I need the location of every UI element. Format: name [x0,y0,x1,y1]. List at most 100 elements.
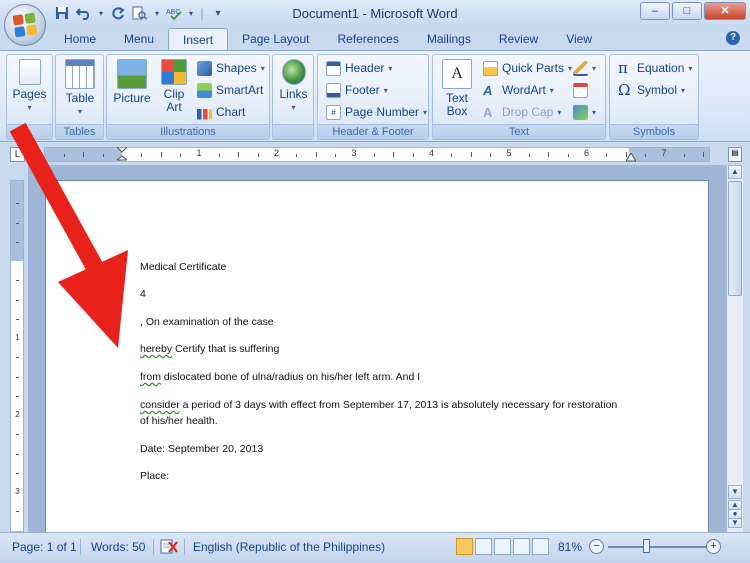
links-group: Links ▾ [272,54,314,140]
symbols-group: π Equation ▾ Ω Symbol ▾ Symbols [609,54,699,140]
table-button[interactable]: Table ▾ [60,59,100,118]
document-line-text: Certify that is suffering [172,343,280,355]
footer-label: Footer [345,83,380,97]
wordart-button[interactable]: A WordArt ▾ [483,81,554,99]
ruler-tick [335,154,337,157]
window-controls: – □ ✕ [640,2,746,20]
spelling-flagged-word[interactable]: from [140,371,161,383]
tab-review[interactable]: Review [485,28,552,50]
document-line-text: dislocated bone of ulna/radius on his/he… [161,371,421,383]
scrollbar-thumb[interactable] [728,181,742,296]
ruler-number: 5 [506,148,512,158]
page-count[interactable]: Page: 1 of 1 [12,540,77,554]
ruler-tick [141,154,143,157]
status-separator [153,539,154,555]
horizontal-ruler[interactable]: 1 2 3 4 5 6 7 [44,147,710,162]
zoom-slider-thumb[interactable] [643,539,650,553]
object-button[interactable]: ▾ [573,103,596,121]
office-button[interactable] [4,4,46,46]
signature-line-button[interactable]: ▾ [573,59,596,77]
indent-marker-icon[interactable] [117,147,127,162]
ruler-right-margin [629,148,709,161]
vertical-ruler-tick [16,376,19,378]
full-screen-reading-view-icon[interactable] [475,538,492,555]
tab-selector[interactable]: L [10,147,25,162]
ruler-number: 6 [584,148,590,158]
zoom-level[interactable]: 81% [558,540,582,554]
picture-icon [117,59,147,89]
document-page[interactable]: Medical Certificate 4 , On examination of … [45,180,709,532]
spelling-flagged-word[interactable]: consider [140,399,180,411]
picture-button[interactable]: Picture [111,59,153,105]
vertical-ruler-number: 2 [15,410,20,419]
text-box-button[interactable]: A Text Box [437,59,477,118]
ruler-tick [548,152,550,157]
maximize-button[interactable]: □ [672,2,702,20]
chart-button[interactable]: Chart [197,103,245,121]
tab-view[interactable]: View [552,28,606,50]
header-button[interactable]: Header ▾ [326,59,392,77]
ruler-tick [393,152,395,157]
footer-button[interactable]: Footer ▾ [326,81,388,99]
signature-line-icon [573,60,588,76]
date-time-icon [573,82,588,98]
vertical-ruler-tick [16,299,19,301]
print-layout-view-icon[interactable] [456,538,473,555]
close-button[interactable]: ✕ [704,2,746,20]
vertical-ruler-top-margin [11,181,23,261]
word-count[interactable]: Words: 50 [91,540,145,554]
shapes-button[interactable]: Shapes ▾ [197,59,265,77]
help-icon[interactable]: ? [726,31,740,45]
pages-button[interactable]: Pages ▾ [11,59,48,114]
view-ruler-button[interactable]: ▤ [728,147,742,162]
web-layout-view-icon[interactable] [494,538,511,555]
ruler-number: 2 [274,148,280,158]
vertical-scrollbar[interactable]: ▲ ▼ ▲ ● ▼ [726,165,743,532]
tab-menu[interactable]: Menu [110,28,168,50]
ruler-tick [160,152,162,157]
date-time-button[interactable] [573,81,588,99]
document-line: Date: September 20, 2013 [140,443,263,455]
ruler-tick [83,152,85,157]
clip-art-button[interactable]: Clip Art [155,59,193,114]
zoom-in-icon[interactable]: + [706,539,721,554]
ruler-tick [567,154,569,157]
document-line-text: Date: September 20, 2013 [140,443,264,455]
spelling-flagged-word[interactable]: hereby [140,343,172,355]
quick-parts-button[interactable]: Quick Parts ▾ [483,59,572,77]
title-bar: ▾ ▾ ABC ▾ | ▾ Document1 - Microsoft Word… [0,0,750,28]
next-page-icon[interactable]: ▼ [728,518,742,528]
vertical-ruler-tick [16,434,19,436]
zoom-slider-track[interactable] [608,546,706,548]
page-number-label: Page Number [345,105,420,119]
minimize-button[interactable]: – [640,2,670,20]
language-indicator[interactable]: English (Republic of the Philippines) [193,540,385,554]
right-indent-marker-icon[interactable] [626,153,636,162]
ruler-tick [490,154,492,157]
vertical-ruler-number: 3 [15,487,20,496]
tab-insert[interactable]: Insert [168,28,229,50]
tab-mailings[interactable]: Mailings [413,28,485,50]
tab-page-layout[interactable]: Page Layout [228,28,323,50]
document-line-text: , On examination of the case [140,316,274,328]
document-line: of his/her health. [140,415,218,427]
draft-view-icon[interactable] [532,538,549,555]
equation-button[interactable]: π Equation ▾ [618,59,692,77]
outline-view-icon[interactable] [513,538,530,555]
links-button[interactable]: Links ▾ [276,59,311,114]
proofing-icon[interactable] [160,538,178,555]
zoom-out-icon[interactable]: − [589,539,604,554]
header-footer-group: Header ▾ Footer ▾ # Page Number ▾ Header… [317,54,429,140]
scroll-up-icon[interactable]: ▲ [728,165,742,179]
scroll-down-icon[interactable]: ▼ [728,485,742,499]
dropdown-icon: ▾ [681,85,686,95]
chart-label: Chart [216,105,246,119]
tab-references[interactable]: References [323,28,412,50]
symbol-button[interactable]: Ω Symbol ▾ [618,81,685,99]
ruler-tick [315,152,317,157]
tab-home[interactable]: Home [50,28,110,50]
drop-cap-button[interactable]: A Drop Cap ▾ [483,103,561,121]
page-number-button[interactable]: # Page Number ▾ [326,103,427,121]
vertical-ruler[interactable]: 1 2 3 [10,180,24,532]
smartart-button[interactable]: SmartArt [197,81,263,99]
